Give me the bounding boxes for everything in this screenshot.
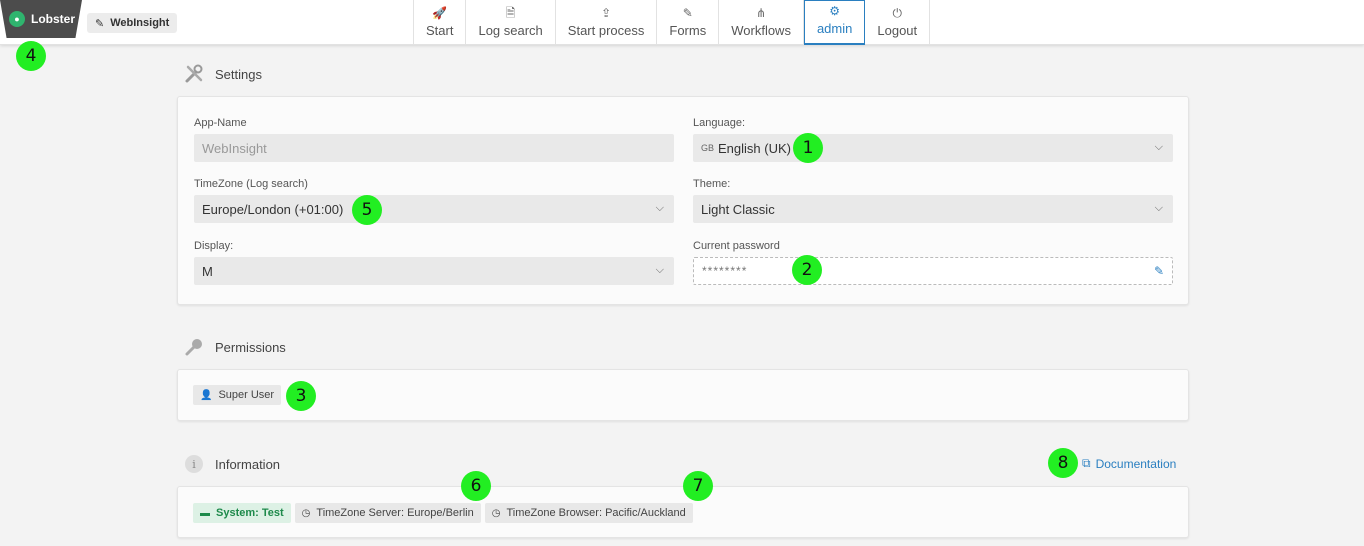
settings-card: App-Name WebInsight Language: GB English…: [177, 96, 1189, 305]
pencil-edit-icon[interactable]: ✎: [1154, 264, 1164, 278]
theme-label: Theme:: [693, 178, 731, 190]
chevron-down-icon: ⌵: [1154, 141, 1163, 153]
marker-3: 3: [286, 381, 316, 411]
tz-server-label: TimeZone Server: Europe/Berlin: [316, 507, 474, 519]
chevron-down-icon: ⌵: [655, 202, 664, 214]
app-chip-label: WebInsight: [110, 17, 170, 29]
settings-title: Settings: [215, 66, 262, 82]
external-link-icon: ⧉: [1082, 456, 1091, 470]
tz-browser-chip: ◷ TimeZone Browser: Pacific/Auckland: [484, 503, 693, 523]
user-gear-icon: ⚙: [829, 4, 841, 18]
app-name-field: App-Name WebInsight: [194, 117, 674, 162]
chevron-down-icon: ⌵: [655, 264, 664, 276]
marker-4: 4: [16, 41, 46, 71]
system-label: System: Test: [216, 507, 284, 519]
main-nav: 🚀 Start 🗎 Log search ⇪ Start process ✎ F…: [413, 0, 931, 45]
password-input[interactable]: ******** ✎: [693, 257, 1173, 285]
workflow-icon: ⋔: [756, 6, 767, 20]
nav-log-search[interactable]: 🗎 Log search: [466, 0, 556, 45]
nav-forms[interactable]: ✎ Forms: [657, 0, 720, 45]
nav-label: Start process: [567, 23, 645, 38]
nav-label: Logout: [877, 23, 918, 38]
information-header: i Information: [183, 453, 280, 475]
display-label: Display:: [194, 240, 234, 252]
language-select[interactable]: GB English (UK) ⌵: [693, 134, 1173, 162]
system-chip: ▬ System: Test: [193, 503, 291, 523]
language-label: Language:: [693, 117, 745, 129]
power-icon: ⏻: [892, 6, 903, 20]
timezone-select[interactable]: Europe/London (+01:00) ⌵: [194, 195, 674, 223]
timezone-field: TimeZone (Log search) Europe/London (+01…: [194, 178, 674, 223]
pencil-icon: ✎: [95, 17, 105, 30]
app-name-label: App-Name: [194, 117, 247, 129]
logo-text: Lobster: [31, 12, 76, 26]
password-field: Current password ******** ✎: [693, 240, 1173, 285]
clock-icon: ◷: [491, 507, 501, 519]
lobster-logo-icon: ●: [9, 11, 25, 27]
nav-label: Workflows: [731, 23, 791, 38]
info-chips: ▬ System: Test ◷ TimeZone Server: Europe…: [193, 503, 693, 523]
nav-label: Log search: [478, 23, 543, 38]
flag-gb-icon: GB: [701, 143, 715, 153]
svg-text:i: i: [192, 458, 196, 471]
lobster-logo[interactable]: ● Lobster: [0, 0, 82, 38]
nav-start[interactable]: 🚀 Start: [414, 0, 467, 45]
chevron-down-icon: ⌵: [1154, 202, 1163, 214]
timezone-value: Europe/London (+01:00): [202, 201, 344, 217]
tz-server-chip: ◷ TimeZone Server: Europe/Berlin: [294, 503, 481, 523]
language-field: Language: GB English (UK) ⌵: [693, 117, 1173, 162]
theme-value: Light Classic: [701, 201, 775, 217]
permissions-header: Permissions: [183, 336, 286, 358]
tools-icon: [183, 63, 205, 85]
marker-2: 2: [792, 255, 822, 285]
password-label: Current password: [693, 240, 780, 252]
tz-browser-label: TimeZone Browser: Pacific/Auckland: [506, 507, 686, 519]
display-select[interactable]: M ⌵: [194, 257, 674, 285]
nav-admin[interactable]: ⚙ admin: [803, 0, 866, 45]
display-field: Display: M ⌵: [194, 240, 674, 285]
top-bar: ● Lobster ✎ WebInsight 🚀 Start 🗎 Log sea…: [0, 0, 1364, 45]
information-title: Information: [215, 456, 281, 472]
nav-label: Start: [426, 23, 454, 38]
nav-start-process[interactable]: ⇪ Start process: [556, 0, 658, 45]
nav-label: admin: [816, 21, 853, 36]
timezone-label: TimeZone (Log search): [194, 178, 308, 190]
marker-5: 5: [352, 195, 382, 225]
info-icon: i: [183, 453, 205, 475]
settings-header: Settings: [183, 63, 262, 85]
permissions-title: Permissions: [215, 339, 286, 355]
monitor-icon: ▬: [200, 507, 210, 519]
password-value: ********: [702, 264, 748, 278]
theme-select[interactable]: Light Classic ⌵: [693, 195, 1173, 223]
nav-logout[interactable]: ⏻ Logout: [865, 0, 931, 45]
app-name-chip[interactable]: ✎ WebInsight: [87, 13, 178, 33]
log-search-icon: 🗎: [505, 6, 516, 20]
language-value: English (UK): [718, 140, 791, 156]
marker-8: 8: [1048, 448, 1078, 478]
marker-7: 7: [683, 471, 713, 501]
rocket-icon: 🚀: [432, 6, 448, 20]
edit-icon: ✎: [682, 6, 693, 20]
key-icon: [183, 336, 205, 358]
display-value: M: [202, 263, 213, 279]
marker-1: 1: [793, 133, 823, 163]
user-icon: 👤: [200, 389, 213, 401]
theme-field: Theme: Light Classic ⌵: [693, 178, 1173, 223]
role-label: Super User: [218, 389, 275, 401]
information-card: ▬ System: Test ◷ TimeZone Server: Europe…: [177, 486, 1189, 538]
documentation-link[interactable]: ⧉ Documentation: [1082, 456, 1176, 471]
app-name-input: WebInsight: [194, 134, 674, 162]
nav-workflows[interactable]: ⋔ Workflows: [719, 0, 804, 45]
upload-icon: ⇪: [601, 6, 612, 20]
marker-6: 6: [461, 471, 491, 501]
nav-label: Forms: [669, 23, 707, 38]
permissions-card: 👤 Super User: [177, 369, 1189, 421]
clock-icon: ◷: [301, 507, 311, 519]
super-user-chip: 👤 Super User: [193, 385, 282, 405]
documentation-label: Documentation: [1095, 456, 1177, 471]
